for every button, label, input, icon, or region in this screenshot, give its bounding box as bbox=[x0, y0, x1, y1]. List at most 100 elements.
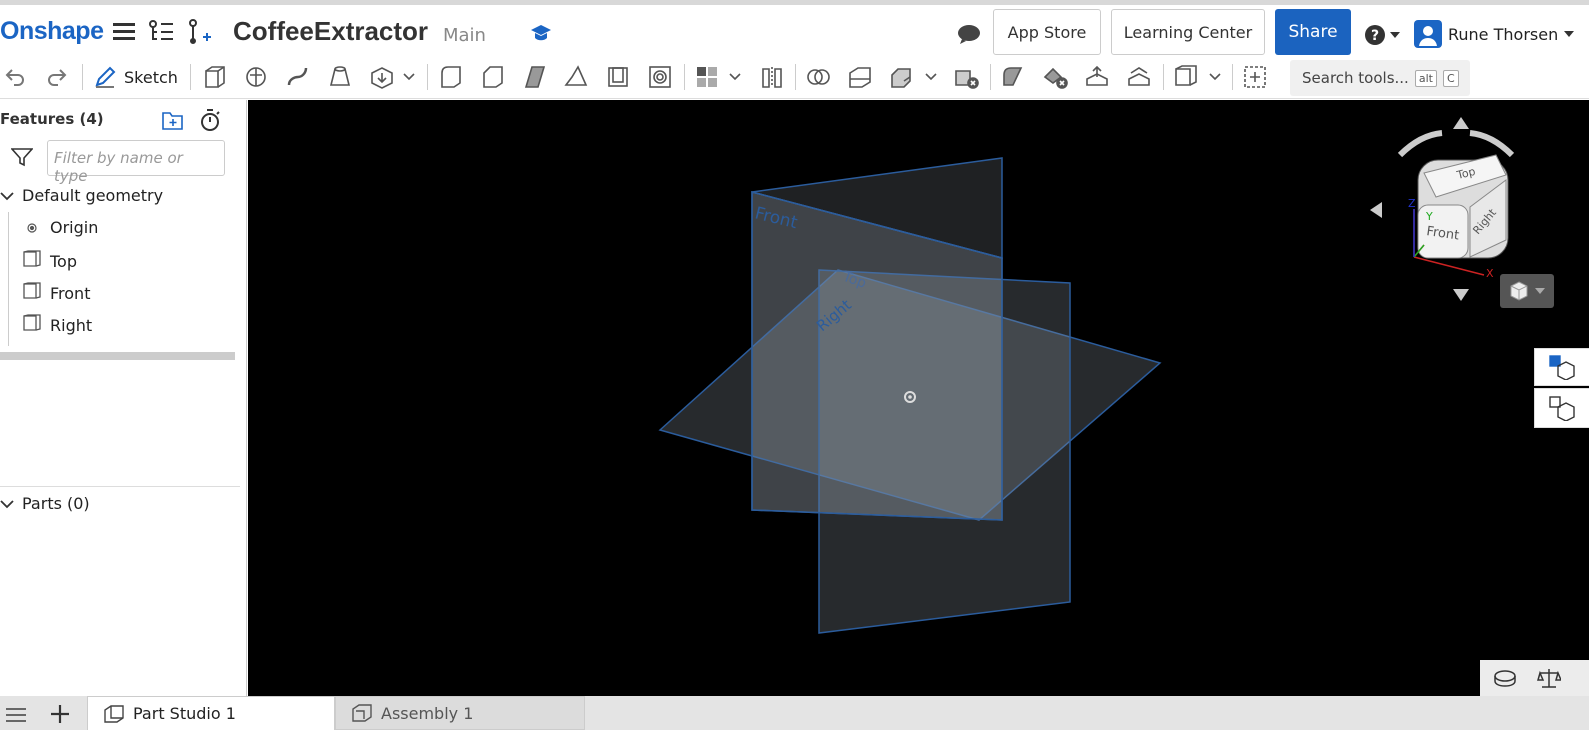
parts-group[interactable]: Parts (0) bbox=[0, 494, 90, 513]
view-options-button[interactable] bbox=[1500, 274, 1554, 308]
chevron-down-icon[interactable] bbox=[924, 65, 942, 89]
loft-icon[interactable] bbox=[328, 65, 354, 89]
chevron-down-icon bbox=[1535, 288, 1545, 294]
tab-bar: Part Studio 1 Assembly 1 bbox=[0, 696, 1589, 730]
mirror-icon[interactable] bbox=[760, 65, 786, 89]
document-title[interactable]: CoffeeExtractor bbox=[233, 16, 428, 47]
divider bbox=[0, 486, 240, 487]
onshape-logo[interactable]: Onshape bbox=[0, 17, 104, 46]
tree-item-right[interactable]: Right bbox=[22, 314, 92, 336]
replace-face-icon[interactable] bbox=[1127, 65, 1153, 89]
tab-assembly-1[interactable]: Assembly 1 bbox=[335, 696, 585, 730]
sketch-label: Sketch bbox=[124, 67, 178, 87]
axis-x-label: X bbox=[1486, 267, 1494, 280]
sketch-button[interactable]: Sketch bbox=[94, 64, 178, 90]
rib-icon[interactable] bbox=[564, 65, 590, 89]
chevron-down-icon bbox=[1564, 31, 1575, 37]
variables-icon bbox=[1549, 396, 1575, 421]
tree-item-origin[interactable]: Origin bbox=[22, 218, 98, 237]
tab-list-icon[interactable] bbox=[4, 704, 28, 724]
modify-fillet-icon[interactable] bbox=[1001, 65, 1027, 89]
user-name: Rune Thorsen bbox=[1448, 24, 1559, 44]
learning-center-button[interactable]: Learning Center bbox=[1111, 9, 1265, 55]
group-label: Default geometry bbox=[22, 186, 164, 205]
app-store-button[interactable]: App Store bbox=[993, 9, 1101, 55]
toolbar-separator bbox=[1163, 64, 1164, 90]
redo-icon[interactable] bbox=[46, 65, 72, 89]
branch-label[interactable]: Main bbox=[443, 25, 486, 46]
stopwatch-icon[interactable] bbox=[198, 108, 222, 132]
add-tab-icon[interactable] bbox=[48, 702, 72, 726]
plane-icon bbox=[22, 314, 42, 336]
measure-panel bbox=[1480, 660, 1589, 696]
shell-icon[interactable] bbox=[606, 65, 632, 89]
hole-icon[interactable] bbox=[648, 65, 674, 89]
delete-face-icon[interactable] bbox=[1043, 65, 1069, 89]
features-title: Features (4) bbox=[0, 110, 104, 128]
help-icon[interactable]: ? bbox=[1362, 23, 1402, 47]
tree-item-top[interactable]: Top bbox=[22, 250, 77, 272]
avatar-icon bbox=[1414, 20, 1442, 48]
chevron-down-icon[interactable] bbox=[402, 65, 420, 89]
rotate-up-arrow bbox=[1453, 117, 1469, 129]
variables-button[interactable] bbox=[1534, 388, 1589, 428]
delete-part-icon[interactable] bbox=[954, 65, 980, 89]
insert-icon[interactable] bbox=[187, 19, 213, 45]
feature-list-icon[interactable] bbox=[148, 19, 174, 45]
toolbar-separator bbox=[190, 64, 191, 90]
tree-item-label: Front bbox=[50, 283, 91, 303]
rotate-right-arrow bbox=[1469, 130, 1515, 158]
plane-icon bbox=[22, 282, 42, 304]
panel-splitter[interactable] bbox=[0, 352, 235, 360]
thicken-icon[interactable] bbox=[370, 65, 396, 89]
tree-item-front[interactable]: Front bbox=[22, 282, 90, 304]
sweep-icon[interactable] bbox=[286, 65, 312, 89]
plane-icon[interactable] bbox=[1174, 65, 1200, 89]
user-menu[interactable]: Rune Thorsen bbox=[1414, 20, 1575, 48]
transform-icon[interactable] bbox=[890, 65, 916, 89]
fillet-icon[interactable] bbox=[438, 65, 464, 89]
tree-item-label: Origin bbox=[50, 218, 99, 237]
draft-icon[interactable] bbox=[522, 65, 548, 89]
top-bar: Onshape CoffeeExtractor Main App Store L… bbox=[0, 0, 1589, 55]
pattern-icon[interactable] bbox=[695, 65, 721, 89]
plane-icon bbox=[22, 250, 42, 272]
split-icon[interactable] bbox=[848, 65, 874, 89]
filter-input[interactable]: Filter by name or type bbox=[47, 140, 225, 185]
search-tools-label: Search tools... bbox=[1302, 69, 1409, 87]
comment-icon[interactable] bbox=[956, 22, 982, 46]
shortcut-key: alt bbox=[1414, 69, 1437, 87]
menu-icon[interactable] bbox=[112, 19, 136, 43]
feature-toolbar: Sketch Search tools... alt C bbox=[0, 55, 1589, 99]
move-face-icon[interactable] bbox=[1085, 65, 1111, 89]
filter-icon[interactable] bbox=[10, 146, 34, 168]
tab-label: Part Studio 1 bbox=[133, 704, 236, 723]
shortcut-key: C bbox=[1442, 69, 1459, 87]
revolve-icon[interactable] bbox=[244, 65, 270, 89]
boolean-icon[interactable] bbox=[806, 65, 832, 89]
mass-properties-icon[interactable] bbox=[1536, 666, 1562, 690]
parts-label: Parts (0) bbox=[22, 494, 90, 513]
undo-icon[interactable] bbox=[4, 65, 30, 89]
rotate-left-arrow bbox=[1397, 130, 1443, 158]
chevron-down-icon[interactable] bbox=[0, 191, 14, 201]
chevron-down-icon[interactable] bbox=[1208, 65, 1226, 89]
chamfer-icon[interactable] bbox=[480, 65, 506, 89]
add-folder-icon[interactable] bbox=[160, 108, 186, 132]
axis-z-label: Z bbox=[1408, 197, 1416, 210]
chevron-down-icon bbox=[0, 499, 14, 508]
configurations-button[interactable] bbox=[1534, 348, 1589, 386]
share-button[interactable]: Share bbox=[1275, 9, 1351, 55]
search-tools-button[interactable]: Search tools... alt C bbox=[1290, 60, 1470, 96]
chevron-down-icon[interactable] bbox=[728, 65, 746, 89]
graphics-viewport[interactable]: Front Top Right Top Front Right Z Y X bbox=[248, 100, 1589, 696]
graduation-cap-icon[interactable] bbox=[529, 22, 553, 44]
add-custom-feature-icon[interactable] bbox=[1243, 65, 1269, 89]
tree-item-label: Top bbox=[50, 251, 77, 271]
part-studio-icon bbox=[104, 704, 124, 723]
tab-part-studio-1[interactable]: Part Studio 1 bbox=[87, 696, 335, 730]
measure-icon[interactable] bbox=[1492, 666, 1518, 690]
tab-label: Assembly 1 bbox=[381, 703, 474, 723]
extrude-icon[interactable] bbox=[202, 65, 228, 89]
tree-guide-line bbox=[8, 212, 9, 346]
